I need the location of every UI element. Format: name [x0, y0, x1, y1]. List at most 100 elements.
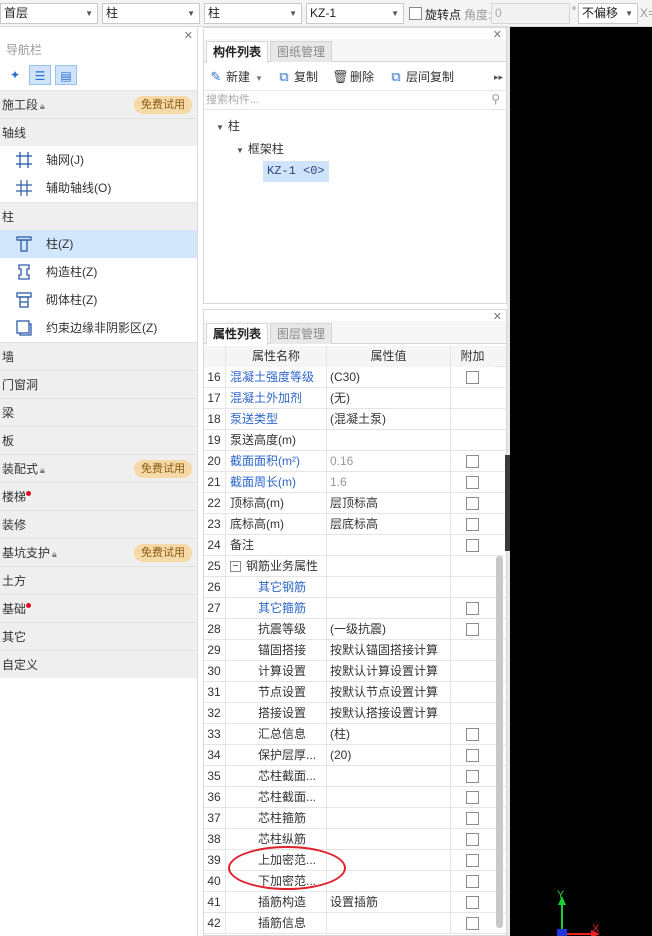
type-select[interactable]: 柱 ▼: [102, 3, 200, 24]
property-value[interactable]: 按默认节点设置计算: [326, 682, 450, 703]
table-row[interactable]: 31 节点设置 按默认节点设置计算: [204, 682, 506, 703]
tree-node-frame-column[interactable]: ▼ 框架柱: [236, 140, 284, 157]
table-row[interactable]: 26 其它钢筋: [204, 577, 506, 598]
add-checkbox[interactable]: [466, 476, 479, 489]
nav-category-column[interactable]: 柱: [0, 202, 197, 230]
vertical-scrollbar[interactable]: [496, 556, 503, 928]
property-value[interactable]: (混凝土泵): [326, 409, 450, 430]
floor-select[interactable]: 首层 ▼: [0, 3, 98, 24]
nav-category-prefab[interactable]: 装配式 🔒︎ 免费试用: [0, 454, 197, 482]
table-row[interactable]: 37 芯柱箍筋: [204, 808, 506, 829]
nav-item-constructional-column[interactable]: 构造柱(Z): [0, 258, 197, 286]
property-value[interactable]: [326, 913, 450, 934]
rotate-point-checkbox[interactable]: [409, 7, 422, 20]
tab-drawing-management[interactable]: 图纸管理: [270, 41, 333, 62]
add-checkbox[interactable]: [466, 539, 479, 552]
table-row[interactable]: 38 芯柱纵筋: [204, 829, 506, 850]
drawing-canvas[interactable]: Y X: [510, 27, 652, 936]
add-checkbox[interactable]: [466, 728, 479, 741]
property-value[interactable]: 设置插筋: [326, 892, 450, 913]
table-row[interactable]: 30 计算设置 按默认计算设置计算: [204, 661, 506, 682]
table-row[interactable]: 34 保护层厚... (20): [204, 745, 506, 766]
table-row[interactable]: 17 混凝土外加剂 (无): [204, 388, 506, 409]
add-checkbox[interactable]: [466, 749, 479, 762]
copy-button[interactable]: ⧉ 复制: [276, 68, 318, 86]
nav-category-custom[interactable]: 自定义: [0, 650, 197, 678]
table-row[interactable]: 25− 钢筋业务属性: [204, 556, 506, 577]
property-value[interactable]: (无): [326, 388, 450, 409]
free-trial-badge[interactable]: 免费试用: [134, 96, 192, 114]
offset-select[interactable]: 不偏移 ▼: [578, 3, 638, 24]
nav-category-earthwork[interactable]: 土方: [0, 566, 197, 594]
table-row[interactable]: 35 芯柱截面...: [204, 766, 506, 787]
tab-component-list[interactable]: 构件列表: [206, 41, 269, 63]
table-row[interactable]: 24 备注: [204, 535, 506, 556]
property-value[interactable]: 按默认计算设置计算: [326, 661, 450, 682]
tree-node-kz1[interactable]: KZ-1 <0>: [263, 161, 329, 182]
nav-category-foundation[interactable]: 基础: [0, 594, 197, 622]
property-value[interactable]: 层顶标高: [326, 493, 450, 514]
copy-between-floors-button[interactable]: ⧉ 层间复制: [388, 68, 454, 86]
table-row[interactable]: 33 汇总信息 (柱): [204, 724, 506, 745]
table-row[interactable]: 19 泵送高度(m): [204, 430, 506, 451]
table-row[interactable]: 20 截面面积(m²) 0.16: [204, 451, 506, 472]
property-value[interactable]: 1.6: [326, 472, 450, 493]
property-value[interactable]: [326, 787, 450, 808]
tree-node-column[interactable]: ▼ 柱: [216, 117, 240, 134]
property-value[interactable]: 按默认锚固搭接计算: [326, 640, 450, 661]
table-row[interactable]: 28 抗震等级 (一级抗震): [204, 619, 506, 640]
property-value[interactable]: 0.16: [326, 451, 450, 472]
table-row[interactable]: 29 锚固搭接 按默认锚固搭接计算: [204, 640, 506, 661]
angle-input[interactable]: 0: [491, 3, 570, 24]
nav-category-slab[interactable]: 板: [0, 426, 197, 454]
tab-layer-management[interactable]: 图层管理: [270, 323, 333, 344]
property-value[interactable]: [326, 535, 450, 556]
nav-item-auxiliary-axis[interactable]: 辅助轴线(O): [0, 174, 197, 202]
table-row[interactable]: 23 底标高(m) 层底标高: [204, 514, 506, 535]
add-checkbox[interactable]: [466, 833, 479, 846]
expand-triangle-icon[interactable]: ▼: [236, 146, 244, 155]
table-row[interactable]: 27 其它箍筋: [204, 598, 506, 619]
nav-category-stairs[interactable]: 楼梯: [0, 482, 197, 510]
more-actions-icon[interactable]: ▸▸: [494, 68, 503, 86]
close-icon[interactable]: ✕: [184, 29, 193, 42]
property-value[interactable]: (一级抗震): [326, 619, 450, 640]
tab-property-list[interactable]: 属性列表: [206, 323, 269, 345]
nav-category-beam[interactable]: 梁: [0, 398, 197, 426]
expand-triangle-icon[interactable]: ▼: [216, 123, 224, 132]
property-value[interactable]: [326, 430, 450, 451]
property-value[interactable]: (柱): [326, 724, 450, 745]
property-value[interactable]: [326, 556, 450, 577]
property-value[interactable]: [326, 871, 450, 892]
property-value[interactable]: 层底标高: [326, 514, 450, 535]
nav-item-column[interactable]: 柱(Z): [0, 230, 197, 258]
delete-button[interactable]: 🗑︎ 删除: [332, 68, 374, 86]
table-row[interactable]: 36 芯柱截面...: [204, 787, 506, 808]
property-value[interactable]: [326, 577, 450, 598]
detail-view-icon[interactable]: ▤: [55, 65, 77, 85]
property-value[interactable]: (C30): [326, 367, 450, 388]
collapse-icon[interactable]: −: [230, 561, 241, 573]
nav-category-other[interactable]: 其它: [0, 622, 197, 650]
table-row[interactable]: 42 插筋信息: [204, 913, 506, 934]
table-row[interactable]: 21 截面周长(m) 1.6: [204, 472, 506, 493]
search-icon[interactable]: ⚲: [491, 92, 500, 106]
add-checkbox[interactable]: [466, 791, 479, 804]
search-input[interactable]: [204, 91, 484, 109]
table-row[interactable]: 18 泵送类型 (混凝土泵): [204, 409, 506, 430]
sparkle-icon[interactable]: ✦: [4, 65, 26, 85]
add-checkbox[interactable]: [466, 875, 479, 888]
property-value[interactable]: [326, 598, 450, 619]
table-row[interactable]: 16 混凝土强度等级 (C30): [204, 367, 506, 388]
add-checkbox[interactable]: [466, 371, 479, 384]
nav-item-boundary-non-shadow[interactable]: 约束边缘非阴影区(Z): [0, 314, 197, 342]
add-checkbox[interactable]: [466, 497, 479, 510]
add-checkbox[interactable]: [466, 455, 479, 468]
nav-category-openings[interactable]: 门窗洞: [0, 370, 197, 398]
property-value[interactable]: [326, 808, 450, 829]
component-select[interactable]: KZ-1 ▼: [306, 3, 404, 24]
table-row[interactable]: 22 顶标高(m) 层顶标高: [204, 493, 506, 514]
add-checkbox[interactable]: [466, 623, 479, 636]
add-checkbox[interactable]: [466, 917, 479, 930]
add-checkbox[interactable]: [466, 854, 479, 867]
